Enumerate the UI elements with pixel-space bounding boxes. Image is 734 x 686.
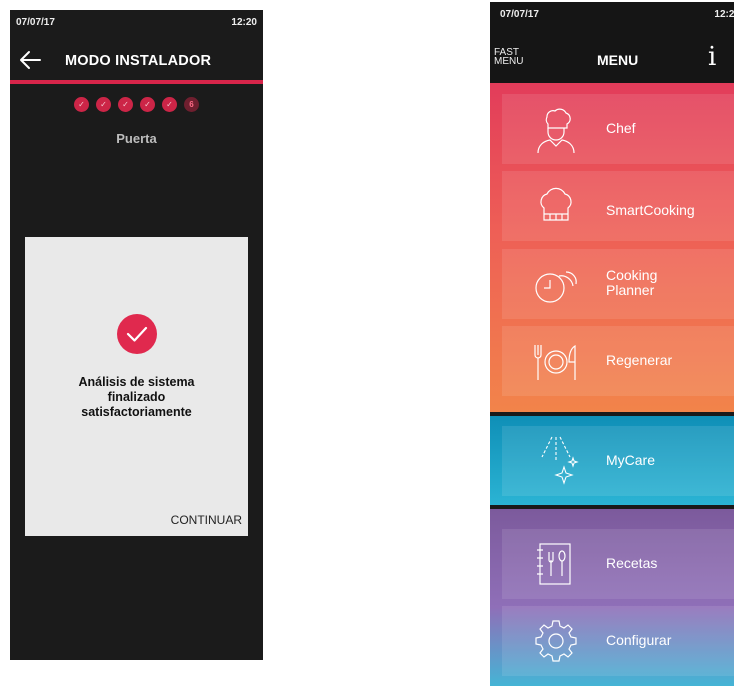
fast-menu-button[interactable]: FAST MENU [494, 48, 524, 67]
menu-item-regenerar[interactable]: Regenerar [502, 326, 734, 396]
dialog-message-line3: satisfactoriamente [81, 405, 192, 419]
step-6-current: 6 [184, 97, 199, 112]
recipe-book-icon [537, 543, 571, 585]
screen-header: MODO INSTALADOR [10, 36, 263, 84]
cooking-panel: Chef SmartCooking Cooking Planner Regene… [490, 83, 734, 413]
sparkle-icon [541, 436, 579, 485]
check-circle-icon [117, 314, 157, 354]
dialog-message-line2: finalizado [107, 390, 166, 404]
page-title: MENU [597, 52, 639, 68]
menu-item-smartcooking[interactable]: SmartCooking [502, 171, 734, 241]
success-dialog: Análisis de sistema finalizado satisfact… [25, 237, 248, 536]
step-progress: ✓ ✓ ✓ ✓ ✓ 6 [10, 97, 263, 112]
status-bar: 07/07/17 12:20 [10, 10, 263, 36]
menu-item-label: Chef [606, 120, 636, 136]
info-button[interactable]: i [708, 42, 716, 72]
menu-item-recetas[interactable]: Recetas [502, 529, 734, 599]
care-panel: MyCare [490, 416, 734, 506]
continue-button[interactable]: CONTINUAR [169, 511, 244, 529]
menu-header: FAST MENU MENU i [490, 28, 734, 83]
menu-item-cooking-planner[interactable]: Cooking Planner [502, 249, 734, 319]
dialog-message-line1: Análisis de sistema [78, 375, 195, 389]
menu-item-configurar[interactable]: Configurar [502, 606, 734, 676]
status-bar: 07/07/17 12:20 [490, 2, 734, 28]
fast-menu-line2: MENU [494, 56, 524, 67]
gear-icon [535, 620, 577, 662]
menu-item-label: Configurar [606, 632, 672, 648]
plate-cutlery-icon [534, 344, 576, 380]
step-4-check: ✓ [140, 97, 155, 112]
step-label: Puerta [116, 131, 157, 146]
status-time: 12:20 [714, 9, 734, 20]
menu-item-label-line2: Planner [606, 282, 655, 298]
chef-hat-icon [540, 187, 572, 221]
menu-item-label-line1: Cooking [606, 267, 658, 283]
menu-item-label: Regenerar [606, 352, 673, 368]
menu-item-label: SmartCooking [606, 202, 695, 218]
chef-icon [537, 108, 575, 154]
status-time: 12:20 [231, 17, 257, 28]
menu-screen: 07/07/17 12:20 FAST MENU MENU i Chef Sma… [490, 2, 734, 686]
menu-item-chef[interactable]: Chef [502, 94, 734, 164]
menu-item-label: MyCare [606, 452, 656, 468]
header-divider [10, 80, 263, 84]
menu-item-label: Cooking Planner [606, 268, 657, 298]
page-title: MODO INSTALADOR [65, 53, 212, 69]
dialog-message: Análisis de sistema finalizado satisfact… [35, 375, 238, 420]
step-5-check: ✓ [162, 97, 177, 112]
installer-screen: 07/07/17 12:20 MODO INSTALADOR ✓ ✓ ✓ ✓ ✓… [10, 10, 263, 660]
recipes-panel: Recetas Configurar [490, 509, 734, 686]
clocks-icon [535, 271, 577, 303]
status-date: 07/07/17 [16, 17, 55, 28]
menu-item-label: Recetas [606, 555, 658, 571]
status-date: 07/07/17 [500, 9, 539, 20]
back-arrow-icon[interactable] [16, 46, 44, 74]
step-1-check: ✓ [74, 97, 89, 112]
step-3-check: ✓ [118, 97, 133, 112]
menu-item-mycare[interactable]: MyCare [502, 426, 734, 496]
step-2-check: ✓ [96, 97, 111, 112]
